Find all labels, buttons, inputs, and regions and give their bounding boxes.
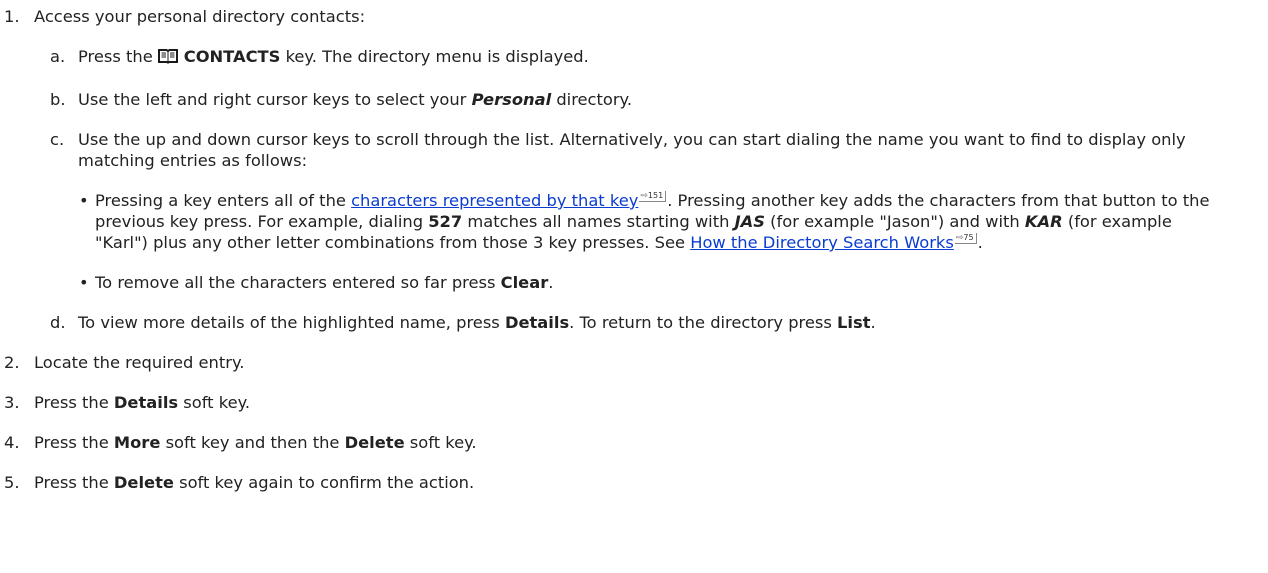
steps-list: 1. Access your personal directory contac… <box>0 0 1268 493</box>
page-number: 75 <box>963 233 974 242</box>
substep-letter: a. <box>50 47 66 66</box>
book-icon <box>157 47 179 70</box>
digits-emphasis: 527 <box>428 212 463 231</box>
step-number: 1. <box>4 7 20 26</box>
jas-emphasis: JAS <box>734 212 765 231</box>
bullet-text: To remove all the characters entered so … <box>0 272 1268 293</box>
substep-b: b. Use the left and right cursor keys to… <box>0 89 1268 110</box>
step-text-pre: Press the <box>34 433 114 452</box>
step-number: 4. <box>4 433 20 452</box>
step-1: 1. Access your personal directory contac… <box>0 0 1268 333</box>
bullet-text-part: (for example "Jason") and with <box>764 212 1025 231</box>
step-text-pre: Press the <box>34 393 114 412</box>
step-text-post: soft key again to confirm the action. <box>173 473 475 492</box>
substep-text-post: directory. <box>551 90 633 109</box>
page-reference-icon[interactable]: ⇨151 <box>639 191 667 202</box>
bullet-text-pre: Pressing a key enters all of the <box>95 191 352 210</box>
step-text: Press the More soft key and then the Del… <box>0 432 1268 453</box>
details-key-label: Details <box>113 393 179 412</box>
step-2: 2. Locate the required entry. <box>0 352 1268 373</box>
step-3: 3. Press the Details soft key. <box>0 392 1268 413</box>
substep-c: c. Use the up and down cursor keys to sc… <box>0 129 1268 293</box>
step-text-post: soft key. <box>178 393 251 412</box>
contacts-key-label: CONTACTS <box>183 47 281 66</box>
substeps-list: a. Press the CONTACTS key. The directory… <box>0 46 1268 333</box>
directory-search-link[interactable]: How the Directory Search Works <box>690 233 954 252</box>
bullet-text-part: matches all names starting with <box>462 212 735 231</box>
arrow-icon: ⇨ <box>640 191 648 201</box>
bullet-text: Pressing a key enters all of the charact… <box>0 190 1268 253</box>
step-5: 5. Press the Delete soft key again to co… <box>0 472 1268 493</box>
substep-letter: c. <box>50 130 65 149</box>
personal-emphasis: Personal <box>471 90 552 109</box>
bullets-list: • Pressing a key enters all of the chara… <box>0 190 1268 293</box>
more-key-label: More <box>113 433 161 452</box>
step-text-pre: Press the <box>34 473 114 492</box>
bullet-item-1: • Pressing a key enters all of the chara… <box>0 190 1268 253</box>
substep-letter: b. <box>50 90 66 109</box>
delete-key-label: Delete <box>344 433 405 452</box>
step-number: 3. <box>4 393 20 412</box>
bullet-dot: • <box>79 273 89 292</box>
substep-d: d. To view more details of the highlight… <box>0 312 1268 333</box>
step-text: Locate the required entry. <box>34 353 245 372</box>
page-reference-icon[interactable]: ⇨75 <box>954 233 977 244</box>
step-4: 4. Press the More soft key and then the … <box>0 432 1268 453</box>
delete-key-label: Delete <box>113 473 174 492</box>
substep-text-pre: Use the left and right cursor keys to se… <box>78 90 472 109</box>
step-number: 2. <box>4 353 20 372</box>
substep-text: Press the CONTACTS key. The directory me… <box>0 46 1268 70</box>
step-text: Press the Details soft key. <box>0 392 1268 413</box>
substep-text: To view more details of the highlighted … <box>0 312 1268 333</box>
details-key-label: Details <box>504 313 570 332</box>
substep-letter: d. <box>50 313 66 332</box>
substep-text-pre: To view more details of the highlighted … <box>78 313 505 332</box>
step-text: Access your personal directory contacts: <box>34 7 366 26</box>
kar-emphasis: KAR <box>1024 212 1063 231</box>
step-text-post: soft key. <box>404 433 477 452</box>
bullet-dot: • <box>79 191 89 210</box>
substep-text-mid: . To return to the directory press <box>569 313 838 332</box>
substep-text-pre: Press the <box>78 47 153 66</box>
substep-text: Use the left and right cursor keys to se… <box>0 89 1268 110</box>
substep-text-post: key. The directory menu is displayed. <box>280 47 589 66</box>
page-number: 151 <box>647 191 664 200</box>
step-number: 5. <box>4 473 20 492</box>
clear-key-label: Clear <box>500 273 549 292</box>
substep-a: a. Press the CONTACTS key. The directory… <box>0 46 1268 70</box>
step-text: Press the Delete soft key again to confi… <box>0 472 1268 493</box>
substep-text: Use the up and down cursor keys to scrol… <box>78 130 1186 170</box>
bullet-text-post: . <box>977 233 983 252</box>
list-key-label: List <box>837 313 871 332</box>
step-text-mid: soft key and then the <box>160 433 345 452</box>
substep-text-post: . <box>870 313 876 332</box>
characters-link[interactable]: characters represented by that key <box>351 191 638 210</box>
bullet-item-2: • To remove all the characters entered s… <box>0 272 1268 293</box>
bullet-text-pre: To remove all the characters entered so … <box>95 273 501 292</box>
bullet-text-post: . <box>548 273 554 292</box>
instruction-document: 1. Access your personal directory contac… <box>0 0 1268 493</box>
